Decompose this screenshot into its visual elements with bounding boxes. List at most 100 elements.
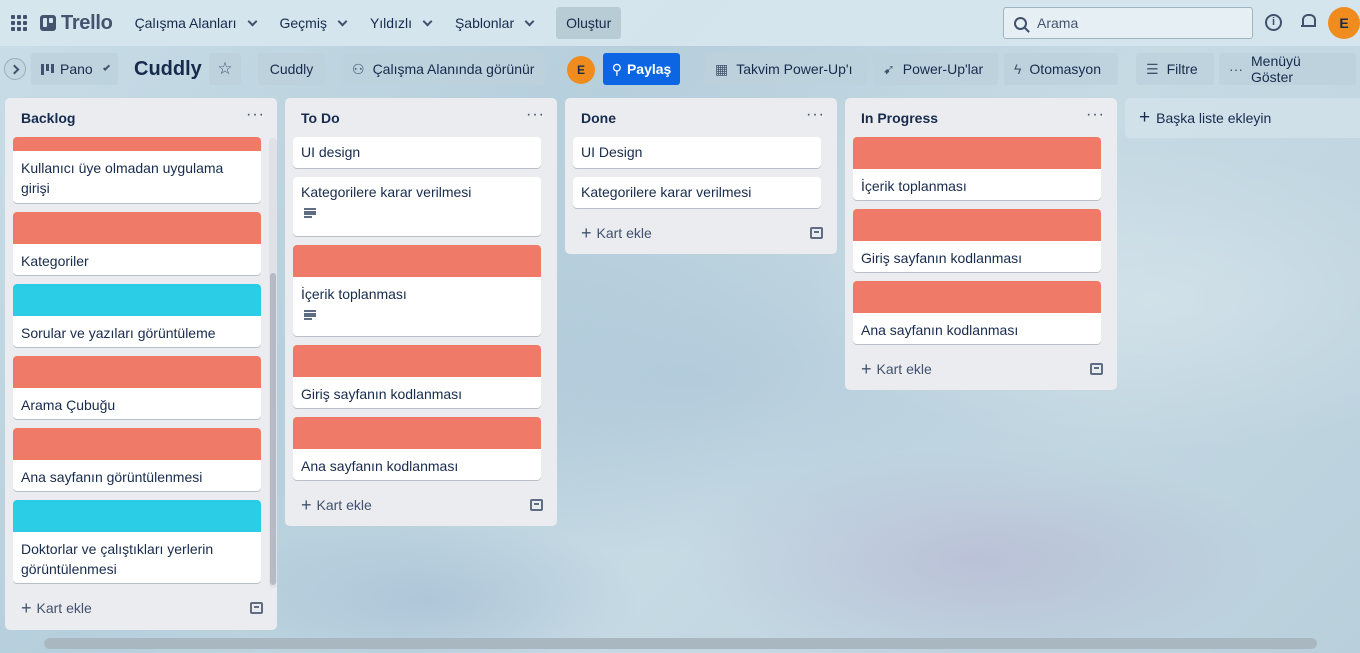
workspace-button[interactable]: Cuddly: [258, 53, 325, 85]
add-card-button[interactable]: + Kart ekle: [21, 599, 92, 617]
user-avatar[interactable]: E: [1328, 7, 1360, 39]
list-menu-icon[interactable]: ···: [806, 106, 825, 124]
search-input[interactable]: Arama: [1003, 7, 1253, 39]
card[interactable]: Sorular ve yazıları görüntüleme: [13, 284, 261, 347]
card-cover: [853, 137, 1101, 169]
card-title: Arama Çubuğu: [21, 397, 116, 413]
card-title: UI design: [301, 144, 361, 160]
people-icon: ⚇: [352, 60, 365, 77]
chevron-down-icon: [422, 16, 433, 26]
card-container: Kullanıcı üye olmadan uygulama girişi Ka…: [5, 137, 277, 589]
automation-label: Otomasyon: [1029, 61, 1102, 77]
visibility-button[interactable]: ⚇ Çalışma Alanında görünür: [342, 53, 545, 85]
list-menu-icon[interactable]: ···: [246, 106, 265, 124]
add-card-label: Kart ekle: [876, 361, 932, 377]
card-cover: [293, 345, 541, 377]
card[interactable]: Giriş sayfanın kodlanması: [853, 209, 1101, 272]
card-cover: [293, 245, 541, 277]
card-template-icon[interactable]: [250, 602, 263, 614]
card-template-icon[interactable]: [530, 499, 543, 511]
card[interactable]: İçerik toplanması: [293, 245, 541, 336]
card[interactable]: UI Design: [573, 137, 821, 168]
card-cover: [13, 356, 261, 388]
card-title: İçerik toplanması: [861, 178, 967, 194]
calendar-powerup-button[interactable]: ▦ Takvim Power-Up'ı: [705, 53, 867, 85]
card[interactable]: UI design: [293, 137, 541, 168]
app-switcher-icon[interactable]: [11, 15, 27, 31]
list-title[interactable]: In Progress: [861, 110, 938, 126]
card-template-icon[interactable]: [810, 227, 823, 239]
share-label: Paylaş: [626, 61, 672, 77]
nav-starred[interactable]: Yıldızlı: [358, 7, 443, 39]
add-card-button[interactable]: + Kart ekle: [581, 224, 652, 242]
info-icon[interactable]: i: [1265, 14, 1282, 31]
card-cover: [13, 137, 261, 151]
list-title[interactable]: Backlog: [21, 110, 75, 126]
trello-logo-text: Trello: [61, 11, 113, 34]
card[interactable]: Kategoriler: [13, 212, 261, 275]
card-template-icon[interactable]: [1090, 363, 1103, 375]
card-cover: [293, 417, 541, 449]
add-card-button[interactable]: + Kart ekle: [861, 360, 932, 378]
filter-icon: ☰: [1146, 60, 1159, 77]
add-list-button[interactable]: + Başka liste ekleyin: [1125, 98, 1360, 138]
chevron-down-icon: [524, 16, 535, 26]
card[interactable]: Kategorilere karar verilmesi: [293, 177, 541, 236]
card[interactable]: Ana sayfanın kodlanması: [853, 281, 1101, 344]
visibility-label: Çalışma Alanında görünür: [372, 61, 535, 77]
card[interactable]: İçerik toplanması: [853, 137, 1101, 200]
card-title: Kullanıcı üye olmadan uygulama girişi: [21, 160, 224, 196]
nav-templates[interactable]: Şablonlar: [443, 7, 545, 39]
nav-workspaces[interactable]: Çalışma Alanları: [123, 7, 268, 39]
member-avatar[interactable]: E: [567, 56, 595, 84]
nav-workspaces-label: Çalışma Alanları: [134, 15, 237, 31]
card[interactable]: Ana sayfanın görüntülenmesi: [13, 428, 261, 491]
filter-button[interactable]: ☰ Filtre: [1136, 53, 1214, 85]
board-view-label: Pano: [60, 61, 93, 77]
nav-templates-label: Şablonlar: [454, 15, 515, 31]
expand-sidebar-icon[interactable]: [4, 58, 26, 80]
list-scrollbar-thumb[interactable]: [270, 273, 276, 585]
lightning-icon: ϟ: [1014, 61, 1022, 77]
card[interactable]: Doktorlar ve çalıştıkları yerlerin görün…: [13, 500, 261, 583]
list-todo: To Do ··· UI design Kategorilere karar v…: [285, 98, 557, 526]
powerups-button[interactable]: ➹ Power-Up'lar: [873, 53, 998, 85]
nav-recent-label: Geçmiş: [279, 15, 327, 31]
chevron-down-icon: [102, 63, 110, 71]
list-menu-icon[interactable]: ···: [1086, 106, 1105, 124]
card-title: Ana sayfanın kodlanması: [301, 458, 459, 474]
card[interactable]: Kullanıcı üye olmadan uygulama girişi: [13, 137, 261, 203]
board-view-switcher[interactable]: Pano: [31, 53, 118, 85]
card-title: Ana sayfanın kodlanması: [861, 322, 1019, 338]
star-board-button[interactable]: ☆: [209, 53, 241, 85]
card[interactable]: Kategorilere karar verilmesi: [573, 177, 821, 208]
card[interactable]: Ana sayfanın kodlanması: [293, 417, 541, 480]
list-title[interactable]: To Do: [301, 110, 340, 126]
board-horizontal-scrollbar-thumb[interactable]: [44, 638, 1317, 649]
share-button[interactable]: ⚲ Paylaş: [603, 53, 680, 85]
filter-label: Filtre: [1166, 61, 1198, 77]
add-card-label: Kart ekle: [596, 225, 652, 241]
add-person-icon: ⚲: [611, 60, 622, 77]
show-menu-button[interactable]: ··· Menüyü Göster: [1219, 53, 1356, 85]
card-title: Kategorilere karar verilmesi: [581, 184, 752, 200]
main-nav: Çalışma Alanları Geçmiş Yıldızlı Şablonl…: [123, 7, 546, 39]
more-icon: ···: [1229, 61, 1243, 77]
card[interactable]: Giriş sayfanın kodlanması: [293, 345, 541, 408]
list-done: Done ··· UI Design Kategorilere karar ve…: [565, 98, 837, 254]
board-title[interactable]: Cuddly: [134, 58, 202, 81]
automation-button[interactable]: ϟ Otomasyon: [1004, 53, 1118, 85]
trello-logo[interactable]: Trello: [40, 12, 113, 35]
create-button[interactable]: Oluştur: [556, 7, 622, 39]
list-menu-icon[interactable]: ···: [526, 106, 545, 124]
card-title: İçerik toplanması: [301, 286, 407, 302]
card[interactable]: Arama Çubuğu: [13, 356, 261, 419]
nav-starred-label: Yıldızlı: [369, 15, 412, 31]
rocket-icon: ➹: [883, 60, 895, 77]
nav-recent[interactable]: Geçmiş: [268, 7, 358, 39]
notifications-bell-icon[interactable]: [1301, 13, 1316, 30]
add-card-button[interactable]: + Kart ekle: [301, 496, 372, 514]
list-title[interactable]: Done: [581, 110, 616, 126]
card-cover: [13, 500, 261, 532]
card-title: Sorular ve yazıları görüntüleme: [21, 325, 216, 341]
